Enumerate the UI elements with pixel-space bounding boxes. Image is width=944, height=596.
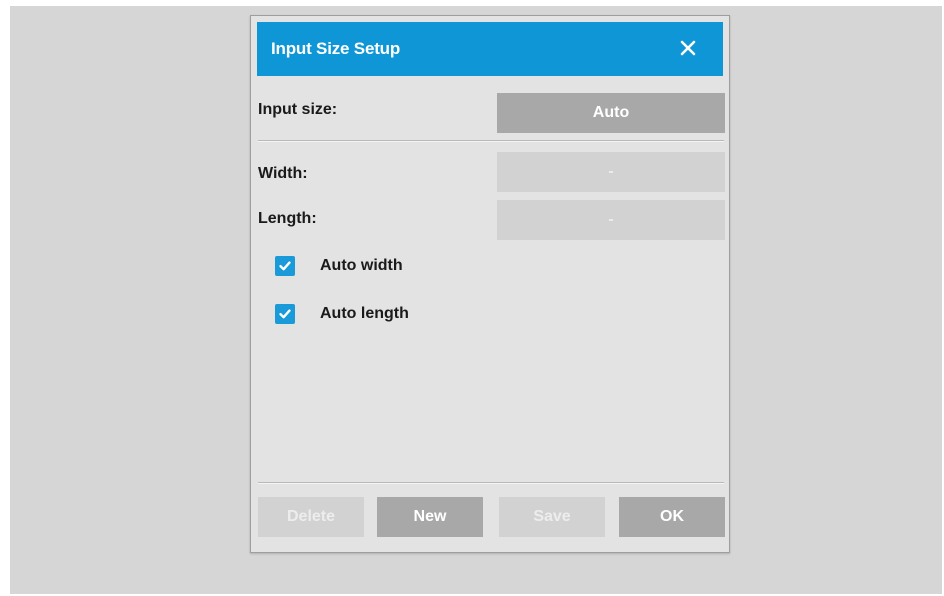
checkbox-checked-icon xyxy=(275,304,295,324)
delete-button[interactable]: Delete xyxy=(258,497,364,537)
auto-length-checkbox[interactable]: Auto length xyxy=(275,302,409,326)
input-size-setup-dialog: Input Size Setup Input size: Auto Width:… xyxy=(250,15,730,553)
dialog-title: Input Size Setup xyxy=(271,39,401,58)
backdrop: Input Size Setup Input size: Auto Width:… xyxy=(10,6,942,594)
ok-button[interactable]: OK xyxy=(619,497,725,537)
auto-width-label: Auto width xyxy=(320,257,403,274)
width-field[interactable]: - xyxy=(497,152,725,192)
input-size-select[interactable]: Auto xyxy=(497,93,725,133)
save-button[interactable]: Save xyxy=(499,497,605,537)
auto-length-label: Auto length xyxy=(320,305,409,322)
auto-width-checkbox[interactable]: Auto width xyxy=(275,254,403,278)
length-field[interactable]: - xyxy=(497,200,725,240)
close-icon xyxy=(680,40,696,56)
close-button[interactable] xyxy=(675,35,701,61)
footer-divider xyxy=(258,482,724,484)
input-size-label: Input size: xyxy=(258,101,338,118)
checkbox-checked-icon xyxy=(275,256,295,276)
dialog-titlebar: Input Size Setup xyxy=(257,22,723,76)
new-button[interactable]: New xyxy=(377,497,483,537)
width-label: Width: xyxy=(258,165,308,182)
divider xyxy=(258,140,724,142)
length-label: Length: xyxy=(258,210,317,227)
